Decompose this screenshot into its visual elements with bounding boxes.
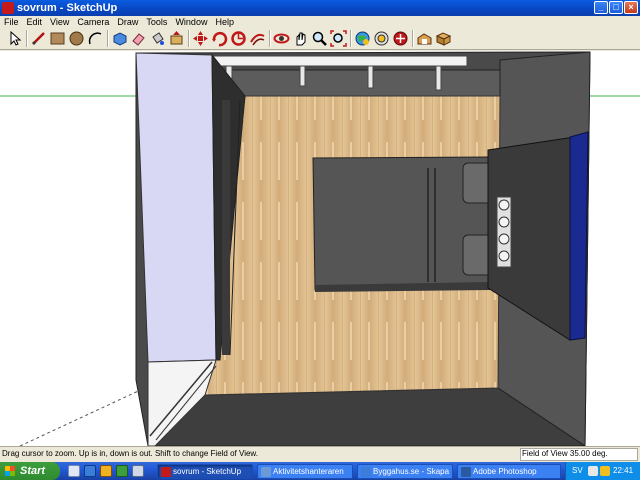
sketchup-task-icon [161,467,171,477]
sketchup-window: sovrum - SketchUp _ □ × File Edit View Came… [0,0,640,462]
pan-icon[interactable] [292,30,309,47]
line-icon[interactable] [30,30,47,47]
maximize-button[interactable]: □ [609,1,623,14]
start-button[interactable]: Start [0,462,60,480]
taskbar-button-photoshop[interactable]: Adobe Photoshop [457,464,561,479]
model-viewport[interactable] [0,51,640,446]
circle-icon[interactable] [68,30,85,47]
tray-app-icon[interactable] [600,466,610,476]
menu-edit[interactable]: Edit [23,16,47,28]
media-player-icon[interactable] [116,465,128,477]
task-label: sovrum - SketchUp [173,467,242,476]
make-component-icon[interactable] [111,30,128,47]
folder-icon[interactable] [100,465,112,477]
push-pull-icon[interactable] [168,30,185,47]
rectangle-icon[interactable] [49,30,66,47]
menu-camera[interactable]: Camera [73,16,113,28]
toolbar-separator [269,30,271,47]
menu-draw[interactable]: Draw [113,16,142,28]
minimize-button[interactable]: _ [594,1,608,14]
follow-me-icon[interactable] [230,30,247,47]
menu-file[interactable]: File [0,16,23,28]
toolbar-separator [26,30,28,47]
windows-logo-icon [5,466,15,476]
components-icon[interactable] [392,30,409,47]
select-icon[interactable] [6,30,23,47]
menu-view[interactable]: View [46,16,73,28]
close-button[interactable]: × [624,1,638,14]
toolbar-separator [107,30,109,47]
share-model-icon[interactable] [373,30,390,47]
toolbar-separator [188,30,190,47]
system-tray: SV 22:41 [565,462,640,480]
zoom-extents-icon[interactable] [330,30,347,47]
get-models-icon[interactable] [354,30,371,47]
photoshop-icon [461,467,471,477]
quick-launch-icon[interactable] [132,465,144,477]
task-label: Adobe Photoshop [473,467,537,476]
browser-icon [361,467,371,477]
task-label: Aktivitetshanteraren [273,467,344,476]
toolbar [0,28,640,50]
menu-bar: File Edit View Camera Draw Tools Window Help [0,16,640,28]
taskbar-button-sketchup[interactable]: sovrum - SketchUp [157,464,253,479]
title-bar[interactable]: sovrum - SketchUp _ □ × [0,0,640,16]
sketchup-app-icon [2,2,14,14]
taskbar-button-browser[interactable]: Byggahus.se - Skapa ... [357,464,453,479]
clock: 22:41 [613,466,634,475]
wardrobe[interactable] [135,52,246,363]
eraser-icon[interactable] [130,30,147,47]
toolbar-separator [412,30,414,47]
menu-window[interactable]: Window [171,16,211,28]
rotate-icon[interactable] [211,30,228,47]
toolbar-separator [350,30,352,47]
taskbar-button-task-manager[interactable]: Aktivitetshanteraren [257,464,353,479]
menu-tools[interactable]: Tools [142,16,171,28]
window-title: sovrum - SketchUp [17,2,118,14]
field-of-view-readout: Field of View 35.00 deg. [522,449,608,458]
zoom-icon[interactable] [311,30,328,47]
status-hint: Drag cursor to zoom. Up is in, down is o… [2,449,258,458]
task-manager-icon [261,467,271,477]
move-icon[interactable] [192,30,209,47]
arc-icon[interactable] [87,30,104,47]
language-indicator[interactable]: SV [572,466,583,475]
windows-taskbar: Start sovrum - SketchUp Aktivitetshanter… [0,462,640,480]
status-bar: Drag cursor to zoom. Up is in, down is o… [0,446,640,462]
orbit-icon[interactable] [273,30,290,47]
start-label: Start [20,465,46,477]
internet-explorer-icon[interactable] [84,465,96,477]
3d-warehouse-icon[interactable] [416,30,433,47]
show-desktop-icon[interactable] [68,465,80,477]
offset-icon[interactable] [249,30,266,47]
paint-bucket-icon[interactable] [149,30,166,47]
task-label: Byggahus.se - Skapa ... [373,467,453,476]
tray-network-icon[interactable] [588,466,598,476]
dynamic-components-icon[interactable] [435,30,452,47]
menu-help[interactable]: Help [211,16,238,28]
